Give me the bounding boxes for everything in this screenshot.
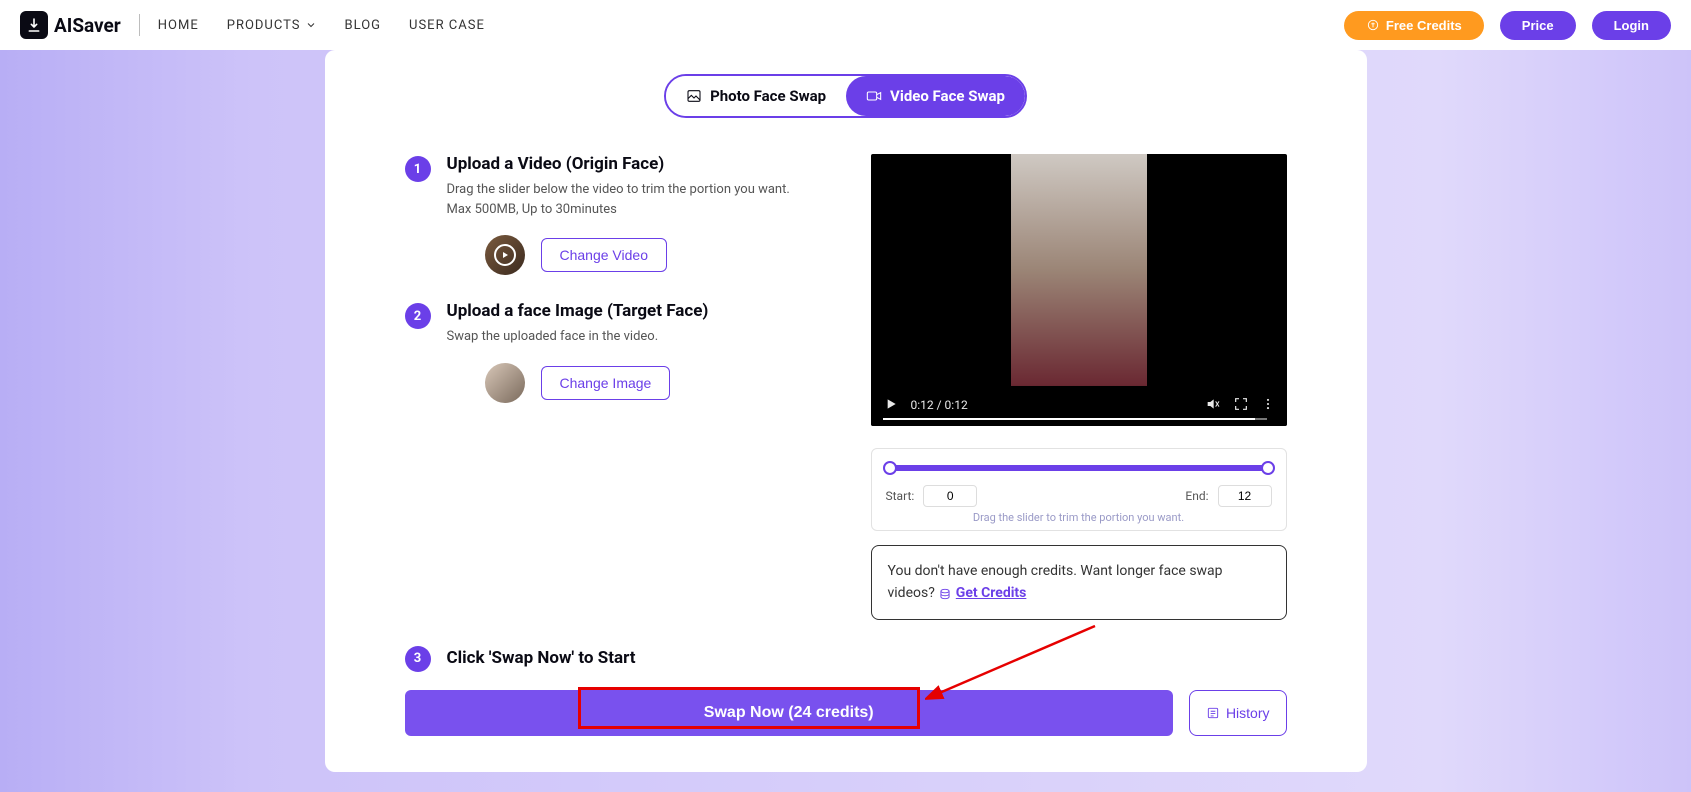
video-thumbnail[interactable] (485, 235, 525, 275)
credits-message: You don't have enough credits. Want long… (871, 545, 1287, 620)
price-button[interactable]: Price (1500, 11, 1576, 40)
tab-video-label: Video Face Swap (890, 87, 1005, 105)
logo-text: AISaver (54, 14, 121, 37)
logo[interactable]: AISaver (20, 11, 121, 39)
step-1-num: 1 (405, 156, 431, 182)
main-card: Photo Face Swap Video Face Swap 1 Upload… (325, 50, 1367, 772)
free-credits-button[interactable]: Free Credits (1344, 11, 1484, 40)
step-2-num: 2 (405, 303, 431, 329)
free-credits-label: Free Credits (1386, 18, 1462, 33)
play-icon[interactable] (883, 396, 899, 415)
tab-photo-swap[interactable]: Photo Face Swap (666, 76, 846, 116)
trim-panel: Start: End: Drag the slider to trim the … (871, 448, 1287, 531)
trim-slider[interactable] (890, 465, 1268, 471)
change-image-button[interactable]: Change Image (541, 366, 671, 400)
header: AISaver HOME PRODUCTS BLOG USER CASE Fre… (0, 0, 1691, 50)
history-button[interactable]: History (1189, 690, 1287, 736)
logo-icon (20, 11, 48, 39)
divider (139, 14, 140, 36)
trim-end-input[interactable] (1218, 485, 1272, 507)
header-right: Free Credits Price Login (1344, 11, 1671, 40)
get-credits-link[interactable]: Get Credits (956, 585, 1027, 601)
video-frame (1011, 154, 1147, 386)
nav-home[interactable]: HOME (158, 18, 199, 33)
step-1: 1 Upload a Video (Origin Face) Drag the … (405, 154, 831, 219)
swap-now-button[interactable]: Swap Now (24 credits) (405, 690, 1173, 736)
nav-usercase[interactable]: USER CASE (409, 18, 485, 33)
face-thumbnail[interactable] (485, 363, 525, 403)
trim-handle-end[interactable] (1261, 461, 1275, 475)
mute-icon[interactable] (1205, 396, 1221, 415)
video-progress[interactable] (883, 418, 1267, 420)
trim-end-label: End: (1185, 489, 1208, 503)
action-row: Swap Now (24 credits) History (405, 690, 1287, 736)
more-icon[interactable] (1261, 397, 1275, 414)
history-label: History (1226, 705, 1270, 721)
tab-video-swap[interactable]: Video Face Swap (846, 76, 1025, 116)
step-1-desc1: Drag the slider below the video to trim … (447, 180, 790, 200)
nav: HOME PRODUCTS BLOG USER CASE (158, 18, 485, 33)
trim-hint: Drag the slider to trim the portion you … (884, 511, 1274, 526)
step-2-desc: Swap the uploaded face in the video. (447, 327, 709, 347)
fullscreen-icon[interactable] (1233, 396, 1249, 415)
coin-stack-icon (938, 587, 952, 601)
steps-column: 1 Upload a Video (Origin Face) Drag the … (405, 154, 831, 620)
step-2-title: Upload a face Image (Target Face) (447, 301, 709, 321)
trim-handle-start[interactable] (883, 461, 897, 475)
tab-photo-label: Photo Face Swap (710, 87, 826, 105)
video-time: 0:12 / 0:12 (911, 398, 968, 412)
step-2: 2 Upload a face Image (Target Face) Swap… (405, 301, 831, 347)
chevron-down-icon (305, 19, 317, 31)
nav-products-label: PRODUCTS (227, 18, 301, 33)
list-icon (1206, 706, 1220, 720)
login-button[interactable]: Login (1592, 11, 1671, 40)
nav-products[interactable]: PRODUCTS (227, 18, 317, 33)
step-3: 3 Click 'Swap Now' to Start (405, 644, 1287, 672)
trim-start-input[interactable] (923, 485, 977, 507)
video-icon (866, 88, 882, 104)
trim-start-label: Start: (886, 489, 915, 503)
image-icon (686, 88, 702, 104)
step-1-desc2: Max 500MB, Up to 30minutes (447, 200, 790, 220)
video-player[interactable]: 0:12 / 0:12 (871, 154, 1287, 426)
nav-blog[interactable]: BLOG (345, 18, 382, 33)
mode-toggle: Photo Face Swap Video Face Swap (664, 74, 1027, 118)
preview-column: 0:12 / 0:12 (871, 154, 1287, 620)
step-3-num: 3 (405, 646, 431, 672)
step-1-title: Upload a Video (Origin Face) (447, 154, 790, 174)
step-3-title: Click 'Swap Now' to Start (447, 648, 636, 668)
change-video-button[interactable]: Change Video (541, 238, 667, 272)
coin-icon (1366, 18, 1380, 32)
